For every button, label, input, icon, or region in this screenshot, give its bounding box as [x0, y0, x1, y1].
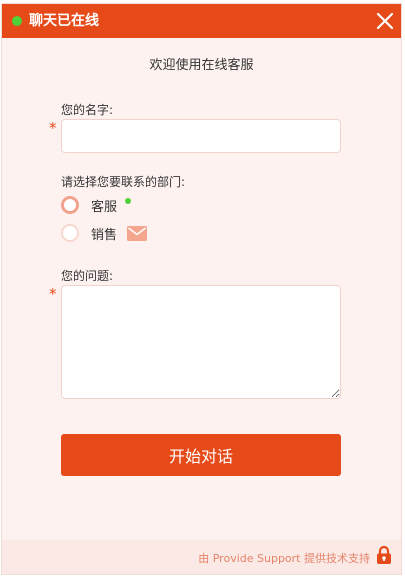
radio-support[interactable] — [61, 196, 79, 214]
welcome-text: 欢迎使用在线客服 — [149, 58, 254, 73]
department-option-support[interactable]: 客服 — [61, 194, 132, 216]
footer: 由 Provide Support 提供技术支持 — [2, 540, 401, 574]
question-field[interactable] — [61, 285, 341, 399]
radio-sales[interactable] — [61, 224, 79, 242]
radio-sales-label: 销售 — [91, 227, 118, 243]
mail-icon — [127, 225, 148, 241]
online-status-icon — [12, 16, 22, 26]
question-required-mark: * — [49, 285, 57, 303]
name-label: 您的名字: — [61, 103, 114, 117]
name-field[interactable] — [61, 119, 341, 153]
window-title: 聊天已在线 — [29, 13, 99, 29]
lock-icon — [377, 545, 391, 564]
radio-support-label: 客服 — [91, 199, 118, 215]
chat-window: 聊天已在线 欢迎使用在线客服 您的名字: * 请选择您要联系的部门: 客服 销售… — [1, 3, 402, 575]
close-icon[interactable] — [375, 11, 395, 31]
department-label: 请选择您要联系的部门: — [61, 175, 186, 189]
start-chat-button[interactable]: 开始对话 — [61, 434, 341, 476]
question-label: 您的问题: — [61, 269, 114, 283]
name-required-mark: * — [49, 119, 57, 137]
online-dot-icon — [125, 198, 132, 204]
title-bar: 聊天已在线 — [2, 4, 401, 38]
department-option-sales[interactable]: 销售 — [61, 222, 148, 244]
powered-by-link[interactable]: 由 Provide Support 提供技术支持 — [198, 550, 370, 566]
